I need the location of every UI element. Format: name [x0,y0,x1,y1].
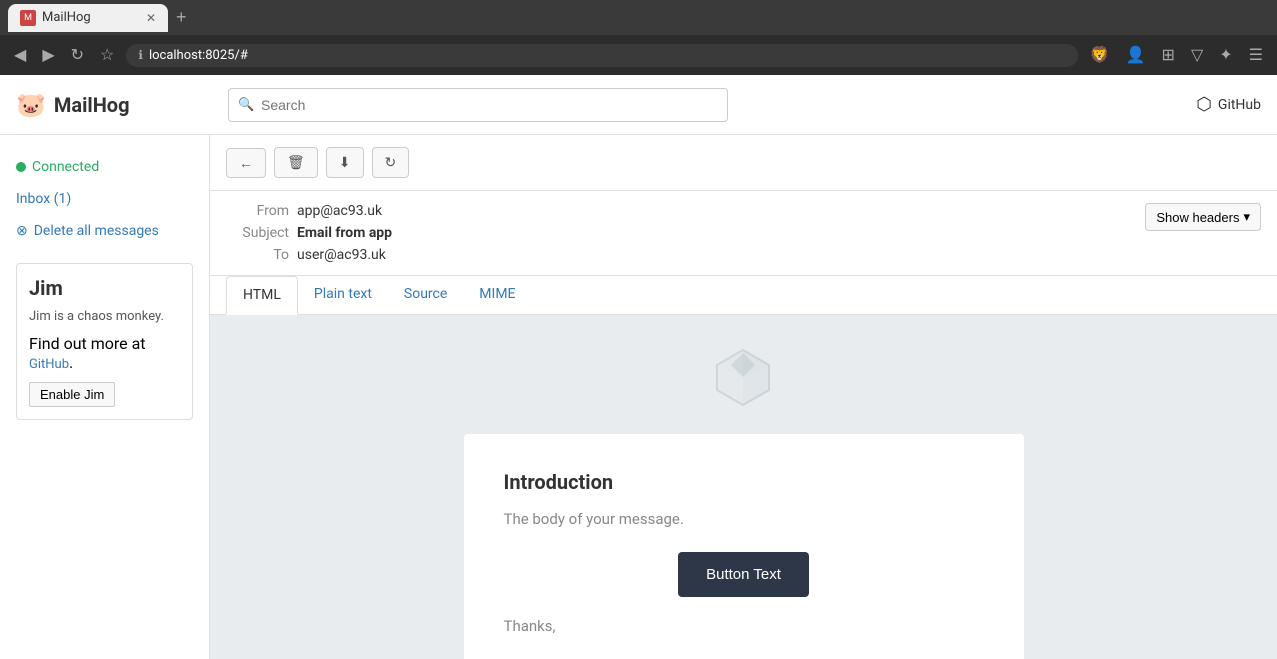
from-label: From [234,203,289,219]
github-label: GitHub [1218,97,1261,113]
chevron-down-icon: ▾ [1243,209,1250,225]
tab-source-label: Source [404,286,447,302]
connected-dot [16,162,26,172]
bookmark-button[interactable]: ☆ [96,41,118,69]
app-logo: 🐷 MailHog [16,91,216,119]
github-link[interactable]: ⬡ GitHub [1196,94,1261,115]
app-main: Connected Inbox (1) ⊗ Delete all message… [0,135,1277,659]
search-icon: 🔍 [238,97,254,112]
jim-description: Jim is a chaos monkey. [29,308,180,326]
jim-github-label: GitHub [29,357,69,372]
back-icon: ← [239,155,253,171]
tab-title: MailHog [42,10,91,25]
brave-icon[interactable]: 🦁 [1086,41,1114,69]
connected-status: Connected [0,151,209,183]
thanks-text: Thanks, [504,617,984,635]
tab-html-label: HTML [243,287,281,303]
tab-close-button[interactable]: ✕ [146,11,156,25]
from-row: From app@ac93.uk [234,203,1253,219]
tab-favicon: M [20,10,36,26]
tab-source[interactable]: Source [388,276,463,314]
subject-row: Subject Email from app [234,225,1253,241]
jim-desc-text: Jim is a chaos monkey. [29,309,164,324]
delete-icon: 🗑 [287,154,305,170]
email-card: Introduction The body of your message. B… [464,434,1024,659]
jim-title: Jim [29,276,180,300]
delete-toolbar-button[interactable]: 🗑 [274,147,318,178]
enable-jim-button[interactable]: Enable Jim [29,382,115,407]
refresh-toolbar-button[interactable]: ↻ [372,147,410,178]
tab-html[interactable]: HTML [226,276,298,315]
reload-button[interactable]: ↻ [67,41,88,69]
email-cta: Button Text [504,552,984,597]
tab-mime-label: MIME [479,286,515,302]
mailhog-logo-icon: 🐷 [16,91,46,119]
email-content: Introduction The body of your message. B… [210,315,1277,659]
email-panel: ← 🗑 ⬇ ↻ From app@ac93.uk Su [210,135,1277,659]
extension-icon-3[interactable]: ▽ [1187,41,1207,69]
email-intro-text: The body of your message. [504,510,984,528]
tab-plain-text[interactable]: Plain text [298,276,388,314]
search-bar: 🔍 [228,88,728,122]
cta-button[interactable]: Button Text [678,552,809,597]
enable-jim-label: Enable Jim [40,387,104,402]
jim-box: Jim Jim is a chaos monkey. Find out more… [16,263,193,420]
delete-circle-icon: ⊗ [16,223,28,239]
inbox-link[interactable]: Inbox (1) [0,183,209,215]
delete-all-button[interactable]: ⊗ Delete all messages [0,215,209,247]
forward-button[interactable]: ▶ [38,41,58,69]
back-button[interactable]: ◀ [10,41,30,69]
extension-icon-1[interactable]: 👤 [1122,41,1150,69]
extension-icon-4[interactable]: ✦ [1215,41,1236,69]
laravel-logo [711,345,776,414]
browser-nav-icons: 🦁 👤 ⊞ ▽ ✦ ☰ [1086,41,1267,69]
jim-find-more-text: Find out more at [29,334,146,353]
from-value: app@ac93.uk [297,203,382,219]
sidebar: Connected Inbox (1) ⊗ Delete all message… [0,135,210,659]
app-name: MailHog [54,93,130,117]
email-toolbar: ← 🗑 ⬇ ↻ [210,135,1277,191]
download-icon: ⬇ [339,154,351,170]
to-row: To user@ac93.uk [234,247,1253,263]
browser-chrome: M MailHog ✕ + ◀ ▶ ↻ ☆ ℹ localhost:8025/#… [0,0,1277,75]
email-tabs: HTML Plain text Source MIME [210,276,1277,315]
browser-tabs: M MailHog ✕ + [0,0,1277,35]
refresh-icon: ↻ [385,154,397,170]
tab-mime[interactable]: MIME [463,276,531,314]
subject-label: Subject [234,225,289,241]
tab-plain-text-label: Plain text [314,286,372,302]
browser-nav: ◀ ▶ ↻ ☆ ℹ localhost:8025/# 🦁 👤 ⊞ ▽ ✦ ☰ [0,35,1277,75]
url-display: localhost:8025/# [149,48,248,63]
show-headers-button[interactable]: Show headers ▾ [1145,203,1261,231]
search-input[interactable] [228,88,728,122]
cta-button-label: Button Text [706,566,781,583]
menu-button[interactable]: ☰ [1245,41,1267,69]
jim-github-link[interactable]: GitHub [29,357,69,372]
address-bar[interactable]: ℹ localhost:8025/# [126,44,1077,67]
extension-icon-2[interactable]: ⊞ [1158,41,1179,69]
to-label: To [234,247,289,263]
github-icon: ⬡ [1196,94,1212,115]
email-body-wrapper: Introduction The body of your message. B… [210,315,1277,659]
subject-value: Email from app [297,225,392,241]
show-headers-label: Show headers [1156,210,1239,225]
new-tab-button[interactable]: + [172,3,191,32]
delete-all-label: Delete all messages [34,223,159,239]
connected-label: Connected [32,159,99,175]
inbox-label: Inbox (1) [16,191,71,207]
jim-find-more: Find out more at GitHub. [29,334,180,372]
email-intro-heading: Introduction [504,470,984,494]
to-value: user@ac93.uk [297,247,386,263]
download-toolbar-button[interactable]: ⬇ [326,147,364,178]
search-wrapper: 🔍 [228,88,728,122]
back-toolbar-button[interactable]: ← [226,148,266,178]
app-header: 🐷 MailHog 🔍 ⬡ GitHub [0,75,1277,135]
app: 🐷 MailHog 🔍 ⬡ GitHub Connected Inbox (1) [0,75,1277,659]
active-tab[interactable]: M MailHog ✕ [8,4,168,32]
email-meta: From app@ac93.uk Subject Email from app … [210,191,1277,276]
security-icon: ℹ [138,48,143,62]
